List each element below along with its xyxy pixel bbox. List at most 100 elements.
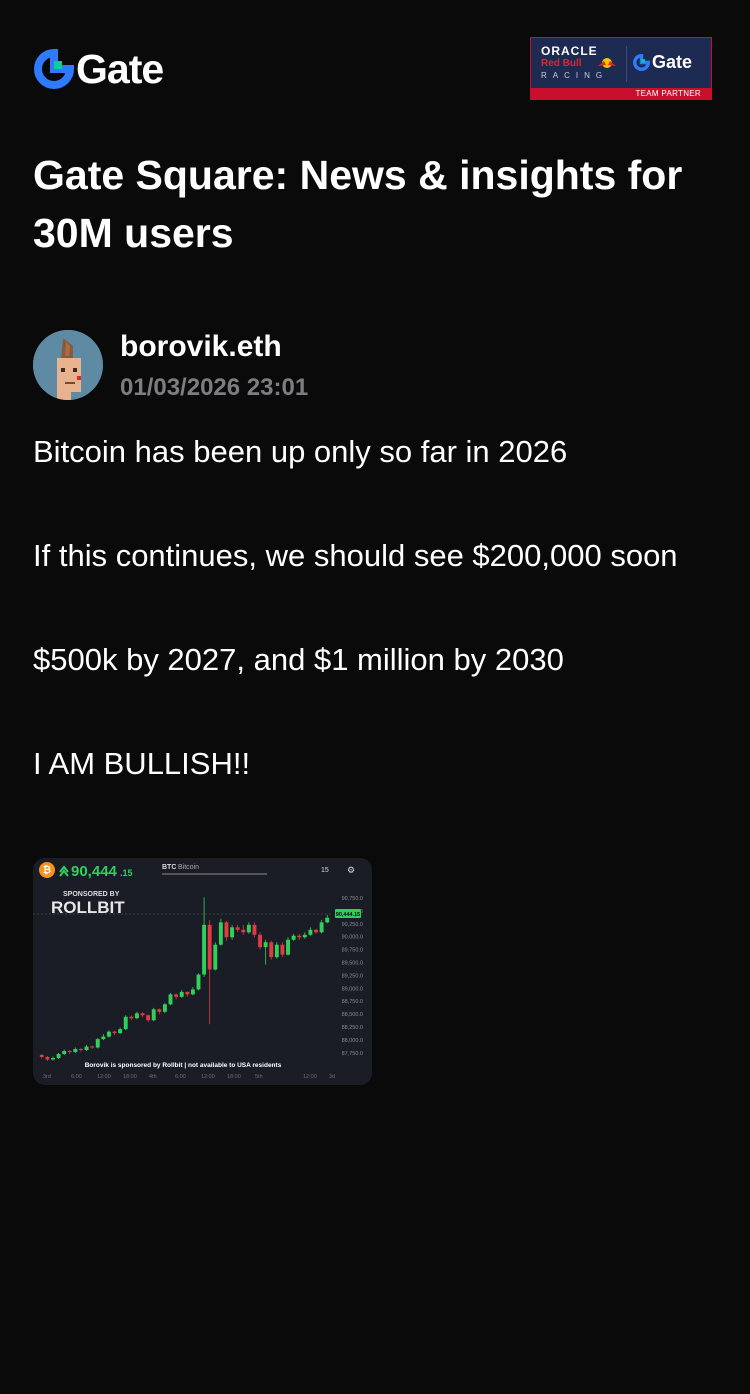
x-tick-label: 4th: [149, 1074, 157, 1080]
y-tick-label: 90,250.0: [342, 922, 363, 928]
candle-body: [51, 1057, 55, 1060]
candle-body: [179, 991, 184, 997]
candle-body: [202, 924, 207, 975]
x-tick-label: 3rd: [43, 1074, 51, 1080]
candle-body: [101, 1036, 106, 1040]
post-timestamp: 01/03/2026 23:01: [120, 374, 309, 401]
candle-body: [162, 1004, 167, 1012]
candle-body: [174, 994, 179, 997]
badge-divider: [626, 46, 627, 82]
post-paragraph: $500k by 2027, and $1 million by 2030: [33, 642, 564, 677]
redbull-icon: [598, 58, 616, 68]
x-tick-label: 5th: [255, 1074, 263, 1080]
y-tick-label: 88,500.0: [342, 1012, 363, 1018]
candle-body: [157, 1009, 162, 1012]
candle-body: [241, 929, 246, 933]
post-paragraph: If this continues, we should see $200,00…: [33, 538, 678, 573]
candle-body: [140, 1013, 145, 1016]
candle-body: [129, 1016, 134, 1019]
candle-body: [185, 991, 190, 995]
chart-symbol-name: Bitcoin: [178, 864, 199, 871]
candle-body: [56, 1054, 61, 1058]
racing-wordmark: RACING: [541, 71, 609, 80]
candle-body: [106, 1031, 111, 1037]
x-tick-label: 6:00: [71, 1074, 82, 1080]
candle-body: [168, 994, 173, 1005]
chart-symbol: BTC: [162, 864, 176, 871]
x-tick-label: 12:00: [303, 1074, 317, 1080]
candle-body: [196, 974, 201, 990]
candle-body: [246, 924, 251, 933]
candle-body: [151, 1009, 156, 1021]
x-tick-label: 3d: [329, 1074, 335, 1080]
page-header: Gate ORACLE Red Bull RACING Gate TEAM PA…: [0, 0, 750, 120]
y-tick-label: 89,500.0: [342, 961, 363, 967]
chart-interval[interactable]: 15: [321, 867, 329, 874]
candle-body: [95, 1039, 100, 1048]
y-tick-label: 89,000.0: [342, 986, 363, 992]
candle-body: [213, 944, 218, 970]
post-paragraph: I AM BULLISH!!: [33, 746, 251, 781]
candle-body: [39, 1054, 44, 1057]
sponsor-disclaimer: Borovik is sponsored by Rollbit | not av…: [85, 1062, 282, 1069]
candle-body: [73, 1049, 78, 1053]
y-tick-label: 89,250.0: [342, 973, 363, 979]
gate-logo-icon: [34, 48, 75, 89]
post-image-btc-chart[interactable]: ₿ 90,444 .15 BTC Bitcoin 15 ⚙ SPONSORED …: [33, 858, 372, 1085]
current-price-tag-text: 90,444.15: [336, 912, 360, 918]
x-tick-label: 12:00: [97, 1074, 111, 1080]
candle-body: [286, 939, 290, 955]
y-tick-label: 90,750.0: [342, 896, 363, 902]
candle-body: [190, 989, 195, 995]
team-partner-strip: TEAM PARTNER: [531, 88, 711, 99]
candle-body: [258, 934, 263, 948]
candle-body: [308, 929, 313, 935]
candle-body: [62, 1051, 67, 1054]
candle-body: [297, 935, 302, 938]
x-tick-label: 6:00: [175, 1074, 186, 1080]
candle-body: [314, 929, 318, 933]
page-title: Gate Square: News & insights for 30M use…: [33, 152, 683, 256]
candle-body: [90, 1046, 95, 1048]
candle-body: [319, 922, 324, 933]
partner-gate-logo: Gate: [633, 52, 692, 73]
btc-chart: ₿ 90,444 .15 BTC Bitcoin 15 ⚙ SPONSORED …: [33, 858, 372, 1085]
candle-body: [84, 1046, 89, 1051]
x-tick-label: 18:00: [123, 1074, 137, 1080]
candle-body: [146, 1015, 151, 1021]
candle-body: [274, 944, 279, 958]
y-tick-label: 88,000.0: [342, 1038, 363, 1044]
gate-logo-icon: [633, 54, 650, 71]
y-tick-label: 90,000.0: [342, 935, 363, 941]
candle-body: [280, 944, 285, 955]
candle-body: [207, 924, 212, 970]
post-body: Bitcoin has been up only so far in 2026 …: [33, 426, 723, 790]
y-tick-label: 88,250.0: [342, 1025, 363, 1031]
chart-ohlc-line: [162, 873, 267, 875]
x-tick-label: 12:00: [201, 1074, 215, 1080]
team-partner-badge: ORACLE Red Bull RACING Gate TEAM PARTNER: [530, 37, 712, 100]
gate-logo[interactable]: Gate: [34, 47, 164, 91]
candle-body: [112, 1031, 117, 1034]
avatar[interactable]: [33, 330, 103, 400]
candle-body: [118, 1029, 123, 1034]
author-name[interactable]: borovik.eth: [120, 327, 282, 367]
x-tick-label: 18:00: [227, 1074, 241, 1080]
candle-body: [291, 935, 296, 940]
candle-body: [302, 934, 307, 938]
candle-body: [230, 927, 235, 938]
redbull-wordmark: Red Bull: [541, 58, 582, 69]
candle-body: [235, 927, 240, 930]
oracle-wordmark: ORACLE: [541, 44, 598, 58]
candle-body: [325, 917, 330, 923]
candle-body: [45, 1056, 50, 1060]
chart-price-decimals: .15: [120, 868, 133, 878]
candle-body: [218, 922, 223, 945]
y-tick-label: 87,750.0: [342, 1051, 363, 1057]
candle-body: [252, 924, 257, 935]
sponsored-label: SPONSORED BY: [63, 891, 120, 898]
candle-body: [263, 942, 268, 948]
svg-text:₿: ₿: [43, 864, 51, 876]
settings-gear-icon[interactable]: ⚙: [347, 866, 355, 876]
y-tick-label: 89,750.0: [342, 948, 363, 954]
